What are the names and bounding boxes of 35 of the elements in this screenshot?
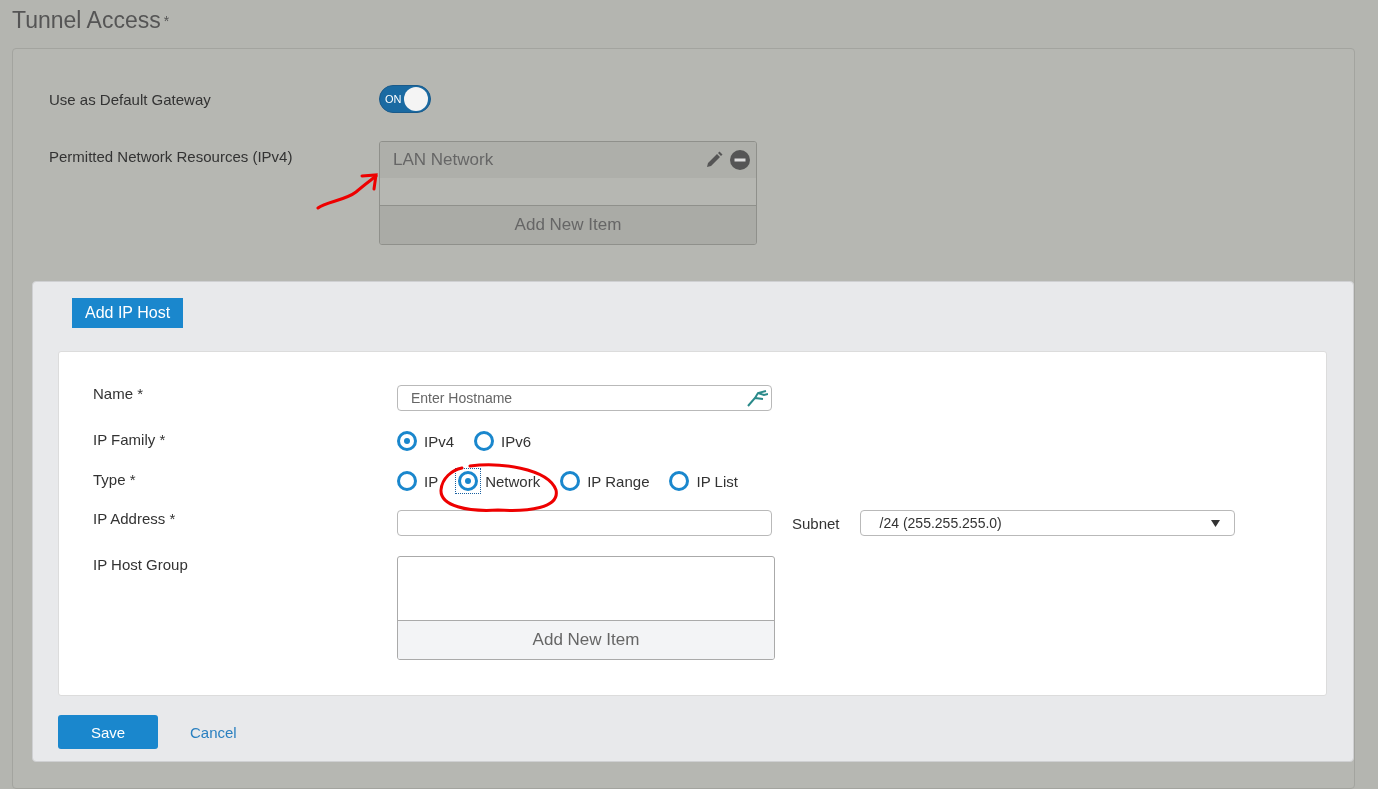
required-mark: * <box>163 13 170 29</box>
subnet-dropdown[interactable]: /24 (255.255.255.0) <box>859 510 1235 536</box>
field-label: IP Address * <box>93 510 177 527</box>
field-label: IP Host Group <box>93 556 189 573</box>
radio-button[interactable] <box>560 471 581 491</box>
radio-label[interactable]: IP Range <box>587 472 650 490</box>
toggle-switch[interactable]: ON <box>379 85 431 113</box>
radio-button[interactable] <box>669 471 690 491</box>
list-item-name: LAN Network <box>393 150 494 170</box>
field-label: Permitted Network Resources (IPv4) <box>49 148 294 165</box>
radio-label[interactable]: Network <box>485 472 541 490</box>
radio-label[interactable]: IP List <box>696 472 738 490</box>
radio-button[interactable] <box>397 431 417 451</box>
field-label: Type * <box>93 471 137 488</box>
radio-label[interactable]: IPv4 <box>424 432 454 450</box>
dialog-title: Add IP Host <box>72 298 184 328</box>
page-title: Tunnel Access <box>12 7 161 34</box>
add-new-item-link[interactable]: Add New Item <box>532 630 640 650</box>
save-button[interactable]: Save <box>58 715 158 749</box>
radio-button[interactable] <box>397 471 417 491</box>
leaping-figure-icon <box>746 389 768 407</box>
pencil-icon[interactable] <box>704 150 724 170</box>
field-label: Subnet <box>792 514 840 532</box>
annotation-arrow <box>316 173 378 210</box>
radio-label[interactable]: IPv6 <box>501 432 532 450</box>
field-label: IP Family * <box>93 431 167 448</box>
field-label: Name * <box>93 385 145 402</box>
cancel-link[interactable]: Cancel <box>190 723 237 741</box>
radio-label[interactable]: IP <box>424 472 439 490</box>
ip-address-field[interactable] <box>397 510 772 536</box>
hostname-field[interactable]: Enter Hostname <box>397 385 772 411</box>
radio-button[interactable] <box>474 431 494 451</box>
remove-icon[interactable] <box>730 150 750 170</box>
field-label: Use as Default Gateway <box>49 90 212 108</box>
caret-icon <box>1210 519 1220 527</box>
